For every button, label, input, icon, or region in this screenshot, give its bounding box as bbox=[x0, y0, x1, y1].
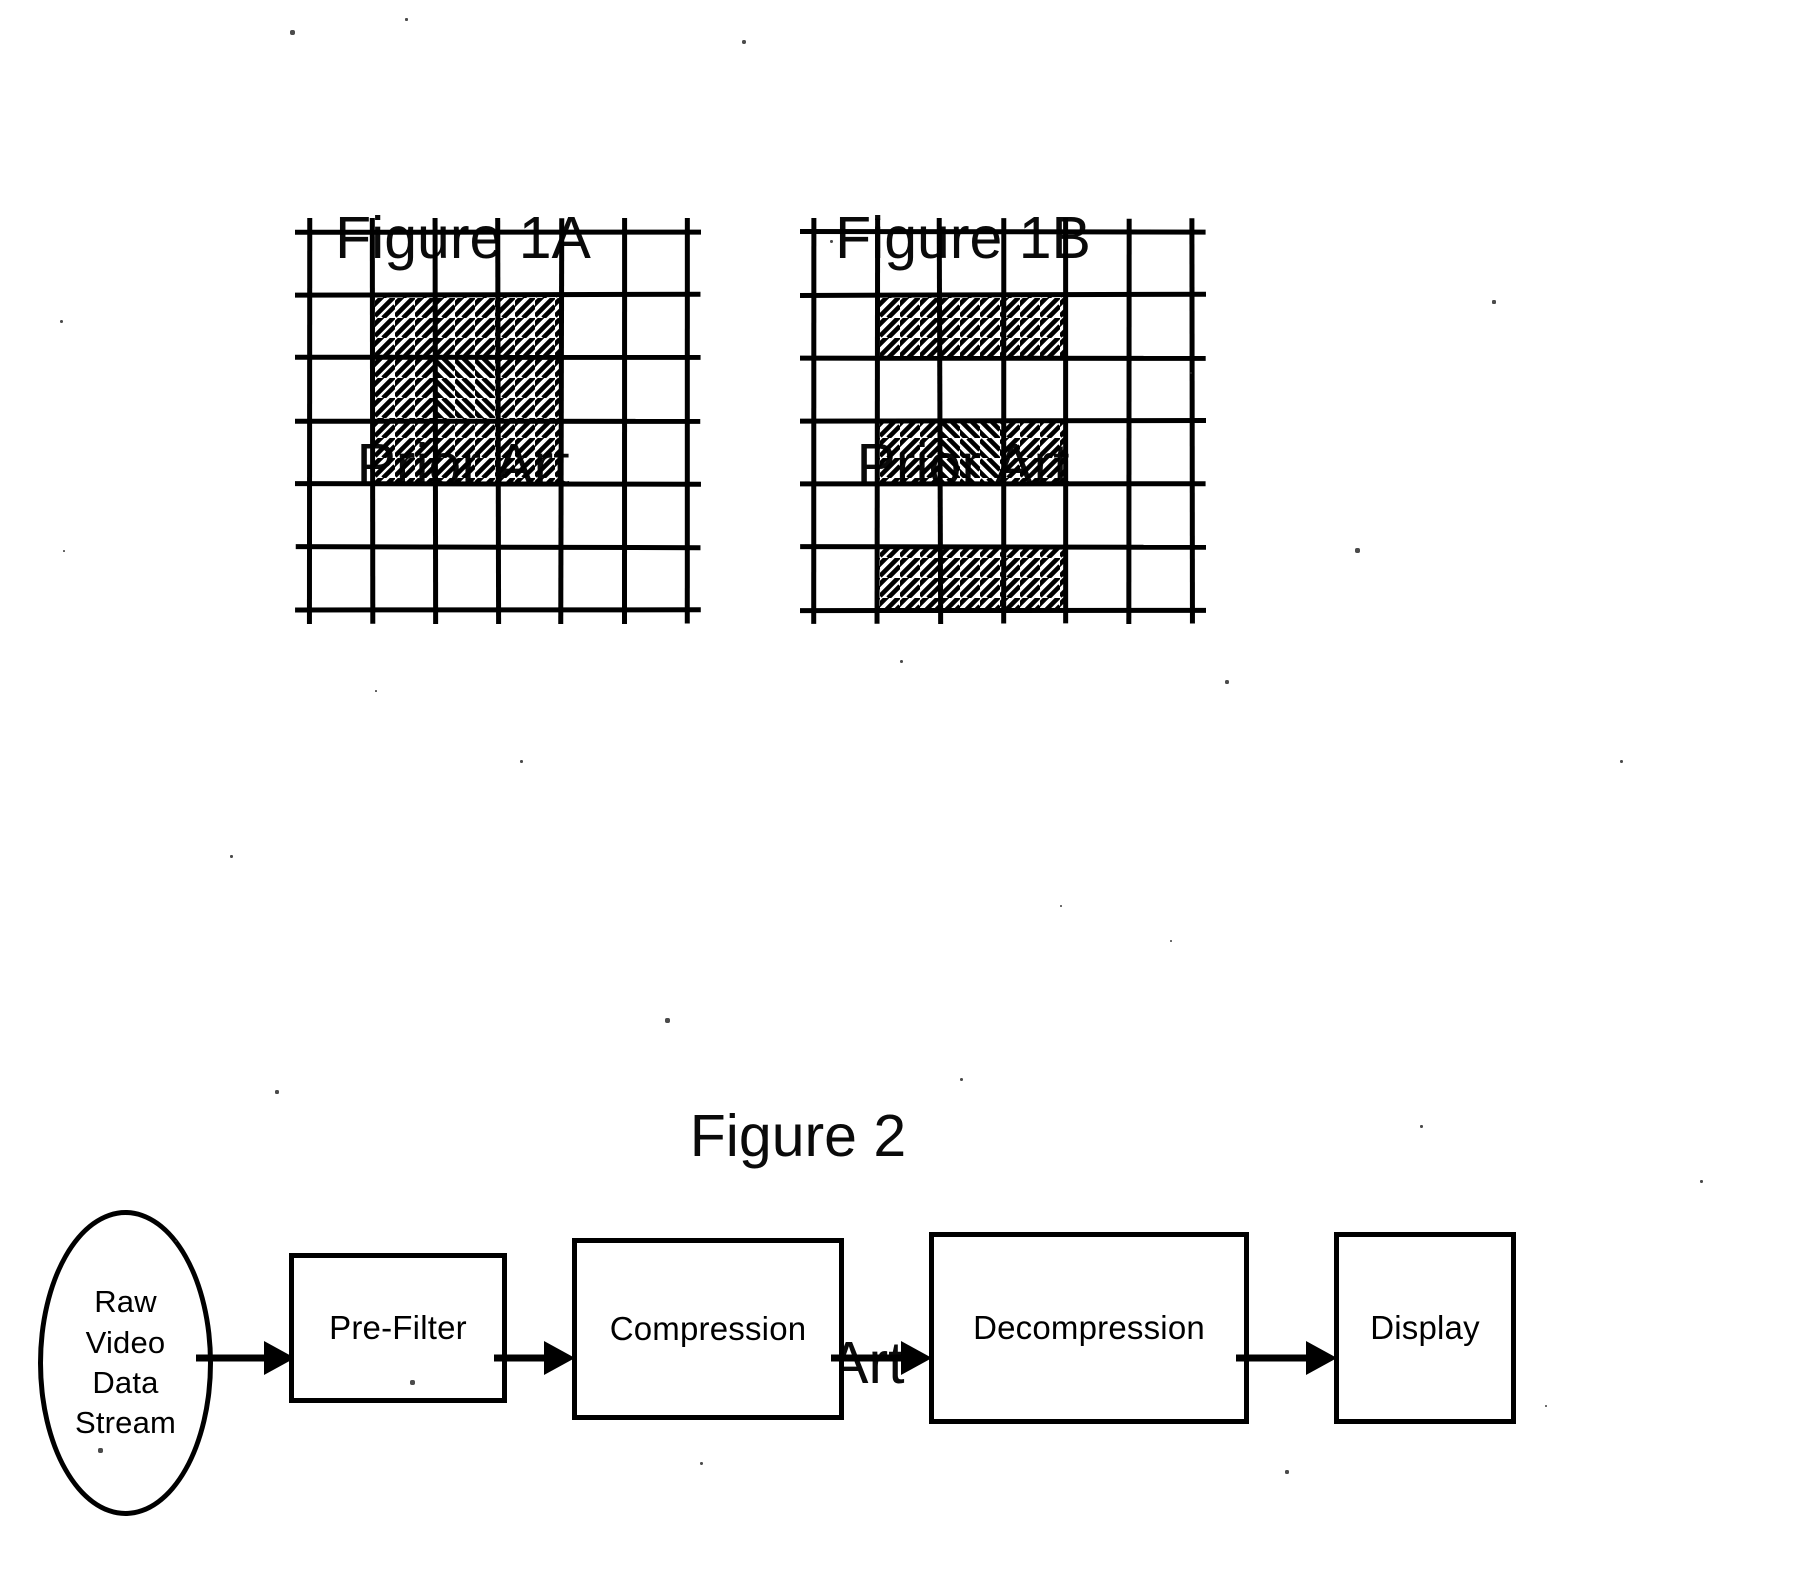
grid-cell-hatched bbox=[435, 295, 498, 358]
flow-node-decompression[interactable]: Decompression bbox=[929, 1232, 1249, 1424]
flow-node-pre-filter[interactable]: Pre-Filter bbox=[289, 1253, 507, 1403]
grid-cell-hatched bbox=[498, 421, 561, 484]
grid-cell-hatched bbox=[940, 547, 1003, 610]
scan-speckle bbox=[1492, 300, 1496, 304]
grid-cell-hatched bbox=[435, 421, 498, 484]
scan-speckle bbox=[375, 690, 377, 692]
figure-2-flow-diagram: Raw Video Data Stream Pre-Filter Compres… bbox=[0, 1080, 1797, 1480]
grid-cell-hatched bbox=[940, 295, 1003, 358]
flow-node-label: Raw Video Data Stream bbox=[75, 1282, 176, 1443]
scan-speckle bbox=[520, 760, 523, 763]
grid-cell-hatched bbox=[877, 295, 940, 358]
scan-speckle bbox=[290, 30, 295, 35]
grid-cell-hatched bbox=[1003, 295, 1066, 358]
grid-cell-hatched bbox=[1003, 421, 1066, 484]
grid-cell-hatched bbox=[435, 358, 498, 421]
flow-connector-2 bbox=[494, 1338, 576, 1378]
grid-cell-hatched bbox=[1003, 547, 1066, 610]
grid-cell-hatched bbox=[372, 295, 435, 358]
scan-speckle bbox=[60, 320, 63, 323]
scan-speckle bbox=[1060, 905, 1062, 907]
flow-node-label: Display bbox=[1370, 1309, 1480, 1347]
scan-speckle bbox=[1420, 1125, 1423, 1128]
grid-cell-hatched bbox=[877, 421, 940, 484]
flow-node-label: Decompression bbox=[973, 1309, 1205, 1347]
grid-cell-hatched bbox=[877, 547, 940, 610]
scan-speckle bbox=[275, 1090, 279, 1094]
flow-connector-3 bbox=[831, 1338, 933, 1378]
scan-speckle bbox=[1620, 760, 1623, 763]
scan-speckle bbox=[405, 18, 408, 21]
grid-cell-hatched bbox=[940, 421, 1003, 484]
scan-speckle bbox=[1225, 680, 1229, 684]
scan-speckle bbox=[1355, 548, 1360, 553]
grid-cell-hatched bbox=[372, 358, 435, 421]
scan-speckle bbox=[742, 40, 746, 44]
flow-connector-1 bbox=[196, 1338, 296, 1378]
figure-1a-grid bbox=[295, 218, 701, 624]
scan-speckle bbox=[410, 1380, 415, 1385]
scan-speckle bbox=[1700, 1180, 1703, 1183]
figure-1b-grid bbox=[800, 218, 1206, 624]
scan-speckle bbox=[700, 1462, 703, 1465]
flow-node-label: Compression bbox=[610, 1310, 807, 1348]
grid-cell-hatched bbox=[498, 358, 561, 421]
scan-speckle bbox=[830, 240, 833, 243]
scan-speckle bbox=[63, 550, 65, 552]
drawing-sheet: Figure 1A Prior Art Figure 1B Prior Art … bbox=[0, 0, 1797, 1595]
flow-node-raw-video-data-stream[interactable]: Raw Video Data Stream bbox=[38, 1210, 213, 1516]
flow-connector-4 bbox=[1236, 1338, 1338, 1378]
grid-cell-hatched bbox=[372, 421, 435, 484]
scan-speckle bbox=[1170, 940, 1172, 942]
scan-speckle bbox=[900, 660, 903, 663]
scan-speckle bbox=[665, 1018, 670, 1023]
scan-speckle bbox=[98, 1448, 103, 1453]
scan-speckle bbox=[1285, 1470, 1289, 1474]
flow-node-display[interactable]: Display bbox=[1334, 1232, 1516, 1424]
scan-speckle bbox=[230, 855, 233, 858]
flow-node-label: Pre-Filter bbox=[329, 1309, 467, 1347]
grid-cell-hatched bbox=[498, 295, 561, 358]
flow-node-compression[interactable]: Compression bbox=[572, 1238, 844, 1420]
